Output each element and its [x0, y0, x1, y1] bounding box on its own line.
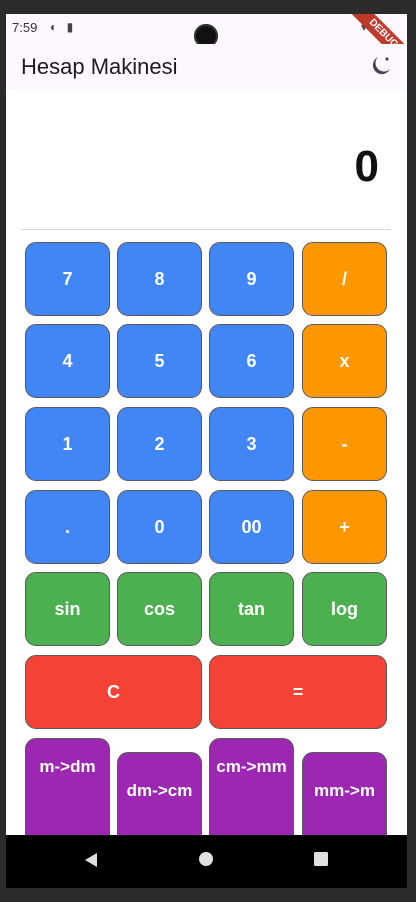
key-0[interactable]: 0 — [117, 490, 202, 564]
phone-screen: 7:59 ◐ ▮ ▾ ▮ DEBUG Hesap Makinesi 0 7 8 … — [6, 14, 407, 888]
key-9[interactable]: 9 — [209, 242, 294, 316]
key-subtract[interactable]: - — [302, 407, 387, 481]
result-display: 0 — [6, 90, 407, 230]
status-bar: 7:59 ◐ ▮ ▾ ▮ DEBUG — [6, 14, 407, 76]
key-2[interactable]: 2 — [117, 407, 202, 481]
key-multiply[interactable]: x — [302, 324, 387, 398]
key-sin[interactable]: sin — [25, 572, 110, 646]
key-5[interactable]: 5 — [117, 324, 202, 398]
status-time: 7:59 — [12, 20, 38, 35]
key-decimal[interactable]: . — [25, 490, 110, 564]
key-7[interactable]: 7 — [25, 242, 110, 316]
nav-back-button[interactable] — [61, 835, 121, 888]
recent-square-icon — [314, 852, 328, 866]
key-8[interactable]: 8 — [117, 242, 202, 316]
app-title: Hesap Makinesi — [21, 54, 178, 79]
key-00[interactable]: 00 — [209, 490, 294, 564]
display-divider — [21, 229, 391, 230]
back-triangle-icon — [85, 853, 97, 867]
theme-toggle-button[interactable] — [369, 54, 393, 78]
display-value: 0 — [354, 142, 379, 191]
key-3[interactable]: 3 — [209, 407, 294, 481]
nav-home-button[interactable] — [176, 835, 236, 888]
key-log[interactable]: log — [302, 572, 387, 646]
home-circle-icon — [199, 852, 213, 866]
app-bar: Hesap Makinesi — [6, 44, 407, 90]
clear-button[interactable]: C — [25, 655, 202, 729]
key-cos[interactable]: cos — [117, 572, 202, 646]
key-divide[interactable]: / — [302, 242, 387, 316]
equals-button[interactable]: = — [209, 655, 387, 729]
status-notification-icons: ◐ ▮ — [50, 20, 77, 34]
key-4[interactable]: 4 — [25, 324, 110, 398]
key-1[interactable]: 1 — [25, 407, 110, 481]
key-6[interactable]: 6 — [209, 324, 294, 398]
system-nav-bar — [6, 835, 407, 888]
dark-mode-icon — [372, 57, 390, 75]
key-add[interactable]: + — [302, 490, 387, 564]
key-tan[interactable]: tan — [209, 572, 294, 646]
nav-recent-button[interactable] — [291, 835, 351, 888]
